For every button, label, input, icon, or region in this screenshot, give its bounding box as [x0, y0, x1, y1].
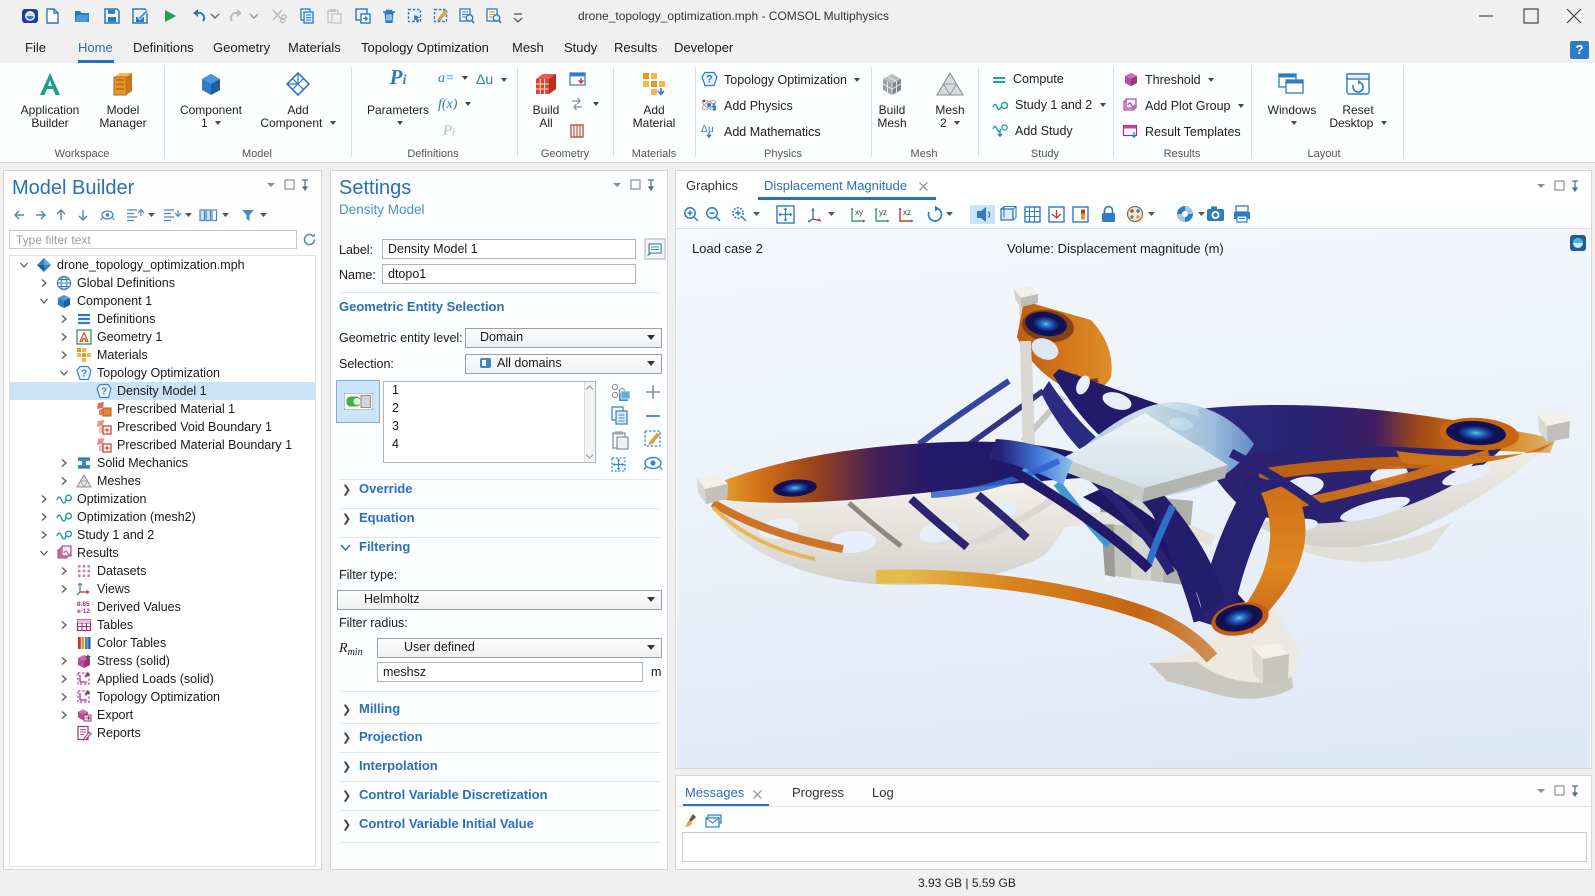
svg-text:xz: xz — [903, 208, 911, 217]
svg-text:?: ? — [706, 74, 713, 86]
svg-text:8.85: 8.85 — [77, 601, 90, 608]
svg-text:Δ: Δ — [701, 124, 708, 135]
svg-text:yz: yz — [879, 208, 887, 217]
svg-text:?: ? — [81, 369, 87, 380]
svg-text:xy: xy — [855, 208, 863, 217]
svg-text:e-12: e-12 — [77, 608, 90, 615]
svg-text:?: ? — [101, 387, 107, 398]
